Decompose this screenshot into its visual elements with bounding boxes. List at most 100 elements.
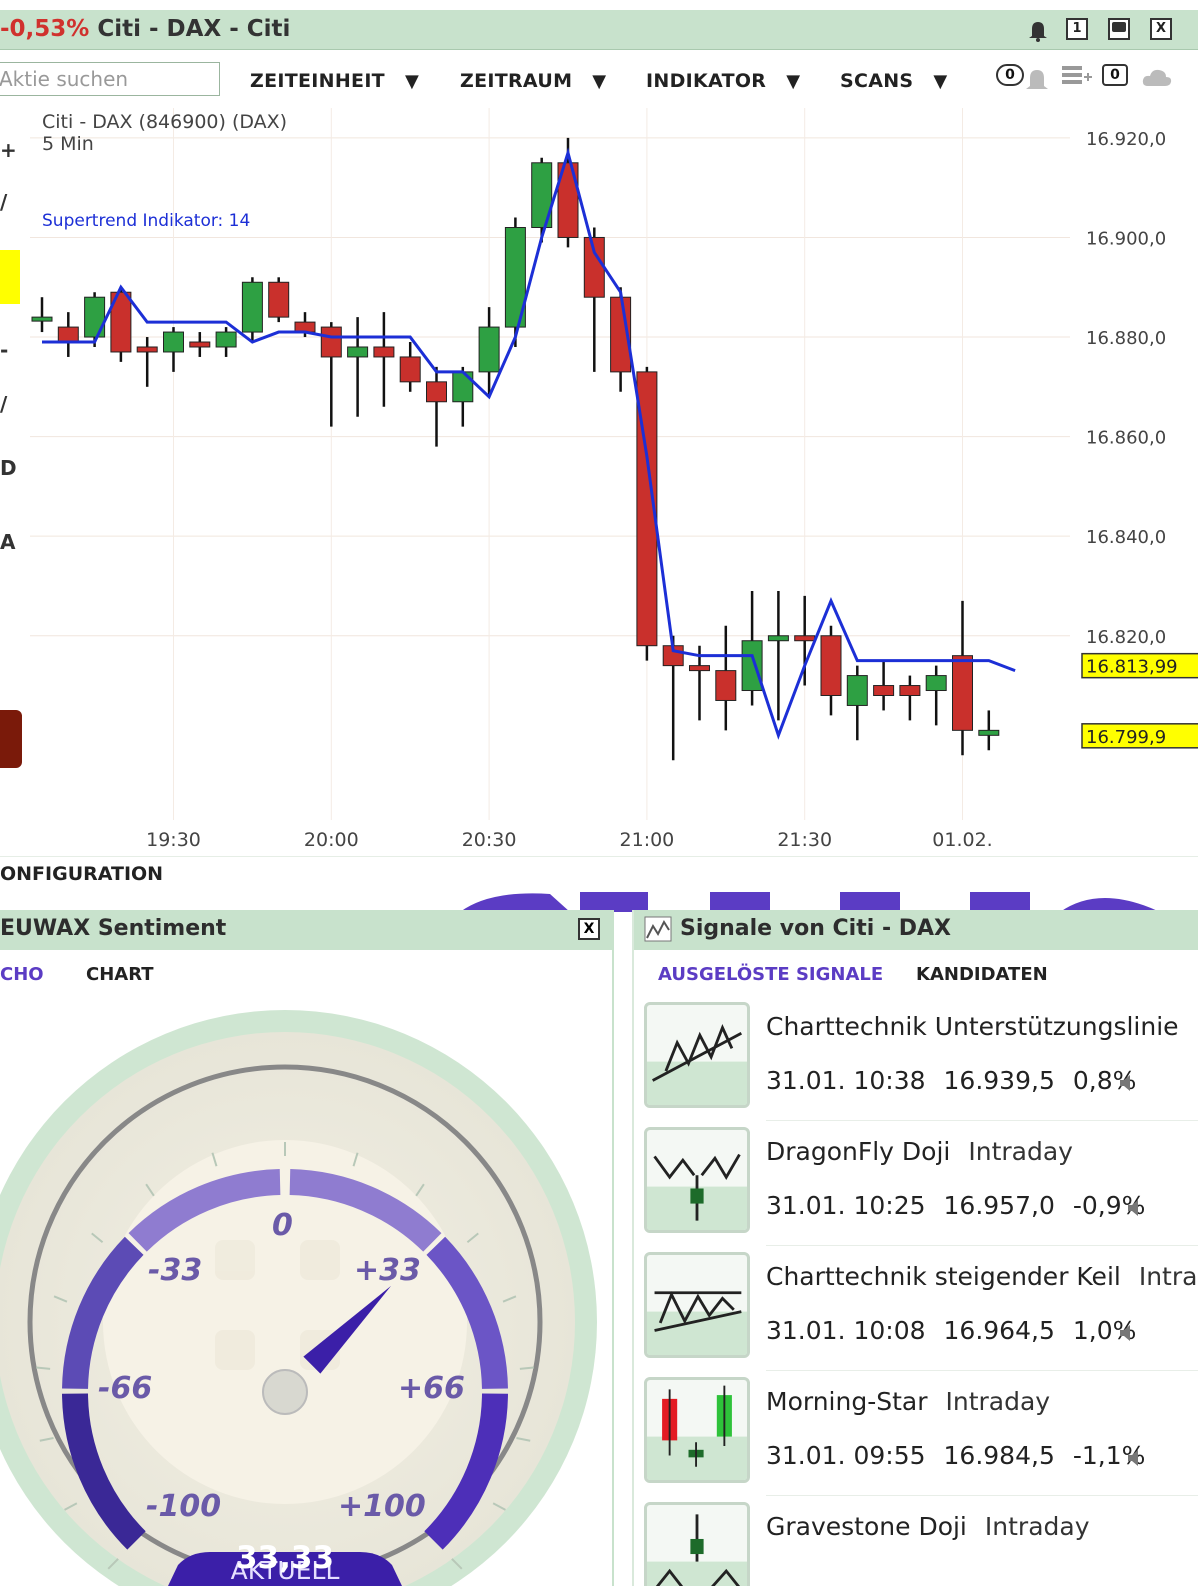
signal-name[interactable]: Morning-Star Intraday bbox=[766, 1387, 1050, 1416]
candle-up bbox=[163, 331, 184, 353]
signal-meta: 31.01. 10:38 16.939,5 0,8% bbox=[766, 1066, 1154, 1095]
tab-chart[interactable]: CHART bbox=[86, 964, 154, 985]
chart-titlebar[interactable]: -0,53% Citi - DAX - Citi 1 X bbox=[0, 10, 1198, 50]
signal-name[interactable]: Gravestone Doji Intraday bbox=[766, 1512, 1090, 1541]
minimize-button[interactable]: 1 bbox=[1066, 18, 1088, 40]
close-button[interactable]: X bbox=[1150, 18, 1172, 40]
tab-kandidaten[interactable]: KANDIDATEN bbox=[916, 964, 1048, 985]
candle-down bbox=[899, 685, 921, 696]
alert-count-badge[interactable]: 0 bbox=[996, 64, 1024, 86]
candle bbox=[715, 625, 737, 731]
add-list-icon[interactable] bbox=[1060, 62, 1094, 92]
signals-title: Signale von Citi - DAX bbox=[680, 916, 951, 941]
candle-down bbox=[399, 356, 421, 383]
signal-name[interactable]: Charttechnik steigender Keil Intra bbox=[766, 1262, 1197, 1291]
speaker-icon[interactable] bbox=[1118, 1322, 1132, 1344]
signal-title: Morning-Star bbox=[766, 1387, 928, 1416]
signal-date: 31.01. 10:25 bbox=[766, 1191, 926, 1220]
candle-down bbox=[373, 346, 395, 358]
signal-price: 16.984,5 bbox=[943, 1441, 1055, 1470]
signal-title: Charttechnik steigender Keil bbox=[766, 1262, 1121, 1291]
candle-down bbox=[268, 281, 290, 318]
signal-type: Intraday bbox=[968, 1137, 1073, 1166]
price-label: 16.813,99 bbox=[1086, 657, 1178, 678]
signal-type: Intra bbox=[1138, 1262, 1198, 1291]
speaker-icon[interactable] bbox=[1126, 1447, 1140, 1469]
morning-star-icon bbox=[644, 1377, 750, 1483]
signal-meta: 31.01. 10:08 16.964,5 1,0% bbox=[766, 1316, 1154, 1345]
signal-item[interactable]: Gravestone Doji Intraday bbox=[634, 1502, 1198, 1586]
speaker-icon[interactable] bbox=[1118, 1072, 1132, 1094]
dragonfly-doji-icon bbox=[644, 1127, 750, 1233]
signal-title: Gravestone Doji bbox=[766, 1512, 967, 1541]
bell-icon[interactable] bbox=[1026, 18, 1050, 42]
signal-item[interactable]: DragonFly Doji Intraday 31.01. 10:25 16.957… bbox=[634, 1127, 1198, 1252]
signals-panel: Signale von Citi - DAX AUSGELÖSTE SIGNAL… bbox=[632, 910, 1198, 1586]
signal-price: 16.957,0 bbox=[943, 1191, 1055, 1220]
tab-echo[interactable]: CHO bbox=[0, 964, 44, 985]
signal-price: 16.964,5 bbox=[943, 1316, 1055, 1345]
signal-item[interactable]: Charttechnik Unterstützungslinie 31.01. 1… bbox=[634, 1002, 1198, 1127]
tab-ausgeloeste-signale[interactable]: AUSGELÖSTE SIGNALE bbox=[658, 964, 883, 985]
menu-scans[interactable]: SCANS ▼ bbox=[840, 70, 948, 92]
candle-down bbox=[689, 665, 710, 672]
maximize-button[interactable] bbox=[1108, 18, 1130, 40]
candle-down bbox=[820, 635, 842, 696]
chart-title: Citi - DAX (846900) (DAX) bbox=[42, 111, 287, 133]
chevron-down-icon: ▼ bbox=[933, 71, 948, 92]
candle-down bbox=[320, 326, 342, 358]
signal-meta: 31.01. 09:55 16.984,5 -1,1% bbox=[766, 1441, 1163, 1470]
signal-item[interactable]: Charttechnik steigender Keil Intra 31.01. … bbox=[634, 1252, 1198, 1377]
candle bbox=[163, 327, 184, 372]
candle-down bbox=[57, 326, 79, 343]
candle bbox=[662, 635, 684, 761]
y-tick-label: 16.920,0 bbox=[1086, 129, 1166, 150]
candle-up bbox=[347, 346, 369, 358]
candle-up bbox=[31, 316, 53, 322]
candle bbox=[531, 157, 553, 243]
signal-name[interactable]: DragonFly Doji Intraday bbox=[766, 1137, 1073, 1166]
sentiment-title: EUWAX Sentiment bbox=[0, 916, 227, 941]
gauge-label-p33: +33 bbox=[354, 1253, 421, 1288]
search-input[interactable] bbox=[0, 62, 220, 96]
y-tick-label: 16.860,0 bbox=[1086, 428, 1166, 449]
bell-icon[interactable] bbox=[1024, 64, 1050, 94]
gravestone-doji-icon bbox=[644, 1502, 750, 1586]
candle-down bbox=[794, 635, 816, 642]
chart-toolbar: ZEITEINHEIT▼ ZEITRAUM▼ INDIKATOR▼ SCANS▼… bbox=[0, 52, 1198, 108]
maximize-icon bbox=[1112, 22, 1126, 32]
speaker-icon[interactable] bbox=[1126, 1197, 1140, 1219]
gauge-label-p100: +100 bbox=[338, 1489, 426, 1524]
signals-titlebar[interactable]: Signale von Citi - DAX bbox=[634, 910, 1198, 950]
configuration-bar[interactable]: ONFIGURATION bbox=[0, 856, 1198, 890]
price-chart[interactable]: 16.920,0 16.900,0 16.880,0 16.860,0 16.840,0… bbox=[0, 108, 1198, 856]
signal-name[interactable]: Charttechnik Unterstützungslinie bbox=[766, 1012, 1179, 1041]
candle bbox=[399, 342, 421, 392]
signal-date: 31.01. 09:55 bbox=[766, 1441, 926, 1470]
sentiment-close-button[interactable]: X bbox=[578, 918, 600, 940]
candle-up bbox=[978, 729, 1000, 736]
y-tick-label: 16.880,0 bbox=[1086, 328, 1166, 349]
menu-zeitraum[interactable]: ZEITRAUM ▼ bbox=[460, 70, 606, 92]
candle bbox=[873, 660, 895, 711]
background-logo-decoration bbox=[460, 892, 1160, 912]
signal-title: Charttechnik Unterstützungslinie bbox=[766, 1012, 1179, 1041]
y-tick-label: 16.900,0 bbox=[1086, 228, 1166, 249]
candle-up bbox=[741, 640, 763, 692]
candle-up bbox=[452, 371, 474, 403]
sentiment-titlebar[interactable]: EUWAX Sentiment X bbox=[0, 910, 612, 950]
support-line-icon bbox=[644, 1002, 750, 1108]
candle-down bbox=[583, 236, 605, 298]
price-label: 16.799,9 bbox=[1086, 727, 1166, 748]
candle bbox=[31, 297, 53, 333]
signal-item[interactable]: Morning-Star Intraday 31.01. 09:55 16.984,5… bbox=[634, 1377, 1198, 1502]
menu-zeiteinheit[interactable]: ZEITEINHEIT ▼ bbox=[250, 70, 419, 92]
candle bbox=[846, 665, 868, 741]
watchlist-count-badge[interactable]: 0 bbox=[1102, 64, 1128, 86]
candle-up bbox=[241, 281, 263, 333]
cloud-icon[interactable] bbox=[1140, 66, 1174, 90]
signal-type: Intraday bbox=[984, 1512, 1090, 1541]
candle-down bbox=[873, 685, 895, 696]
candle-down bbox=[189, 341, 211, 348]
menu-indikator[interactable]: INDIKATOR ▼ bbox=[646, 70, 800, 92]
